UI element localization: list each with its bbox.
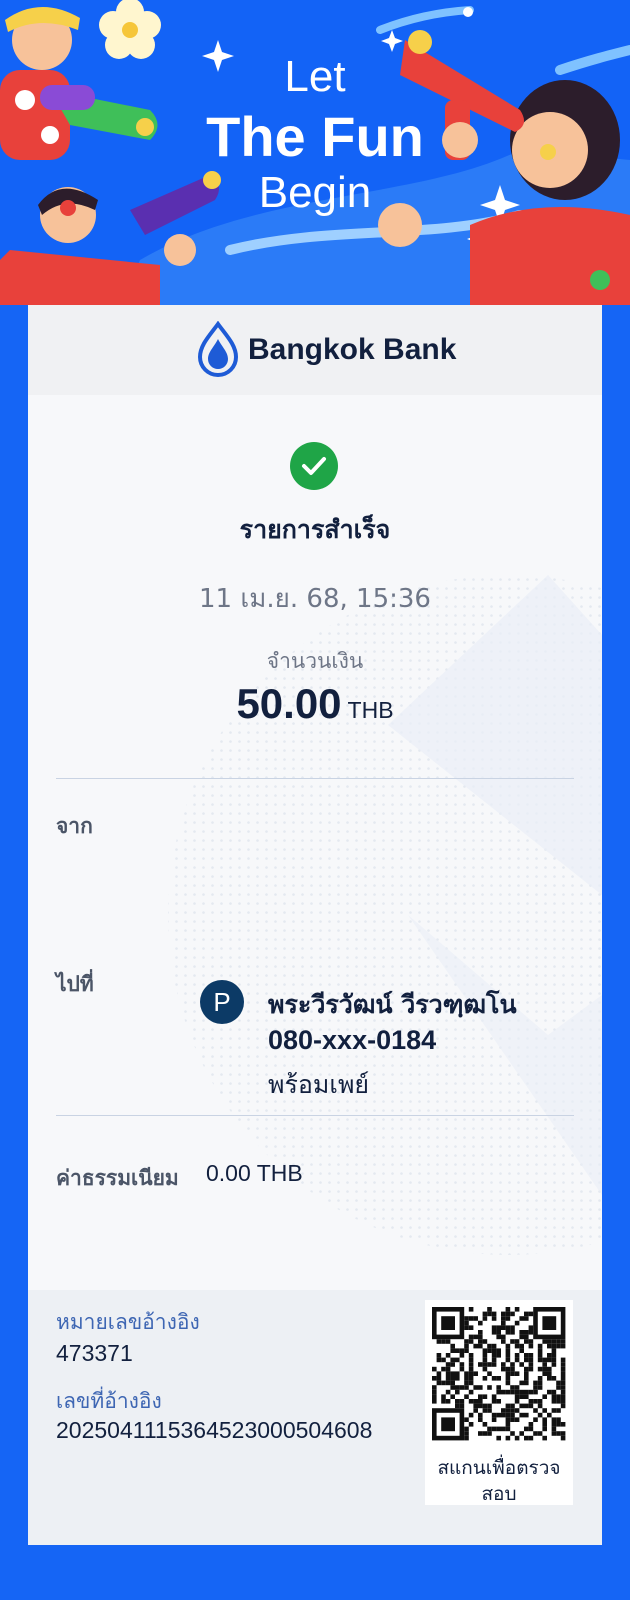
divider	[56, 778, 574, 779]
to-label: ไปที่	[56, 972, 94, 996]
banner-title-line2: The Fun	[206, 105, 424, 168]
recipient-name: พระวีรวัฒน์ วีรวฑฺฒโน	[268, 990, 517, 1019]
reference-number-label: หมายเลขอ้างอิง	[56, 1310, 200, 1334]
bank-name: Bangkok Bank	[248, 333, 457, 366]
transaction-datetime: 11 เม.ย. 68, 15:36	[199, 584, 431, 614]
amount-label: จำนวนเงิน	[266, 649, 364, 673]
reference-id: 202504111536452300050460​8	[56, 1417, 373, 1443]
bangkok-bank-logo-icon	[197, 321, 239, 377]
amount-value: 50.00	[236, 680, 342, 727]
reference-number: 473371	[56, 1340, 133, 1366]
bank-logo: Bangkok Bank	[196, 319, 456, 381]
fee-label: ค่าธรรมเนียม	[56, 1166, 179, 1190]
success-check-icon	[290, 442, 338, 490]
banner-title-line3: Begin	[258, 168, 372, 217]
reference-id-label: เลขที่อ้างอิง	[56, 1389, 162, 1413]
divider	[56, 1115, 574, 1116]
card-header: Bangkok Bank	[28, 305, 602, 395]
verify-qr[interactable]: สแกนเพื่อตรวจสอบ	[425, 1300, 573, 1505]
qr-code-icon	[432, 1307, 566, 1441]
receipt-card: Bangkok Bank รายการสำเร็จ 11 เม.ย. 68, 1…	[28, 305, 602, 1545]
amount-currency: THB	[347, 697, 394, 723]
promptpay-badge-icon: P	[200, 980, 244, 1024]
transaction-status: รายการสำเร็จ	[239, 515, 391, 544]
recipient-account: 080-xxx-0184	[268, 1025, 437, 1055]
recipient-service: พร้อมเพย์	[268, 1070, 370, 1099]
banner-title-line1: Let	[284, 52, 346, 101]
fee-value: 0.00 THB	[206, 1160, 303, 1186]
promo-banner: Let The Fun Begin	[0, 0, 630, 305]
qr-caption: สแกนเพื่อตรวจสอบ	[437, 1457, 561, 1505]
reference-footer: หมายเลขอ้างอิง 473371 เลขที่อ้างอิง 2025…	[28, 1290, 602, 1545]
from-label: จาก	[56, 814, 93, 838]
amount-row: 50.00 THB	[28, 680, 602, 728]
